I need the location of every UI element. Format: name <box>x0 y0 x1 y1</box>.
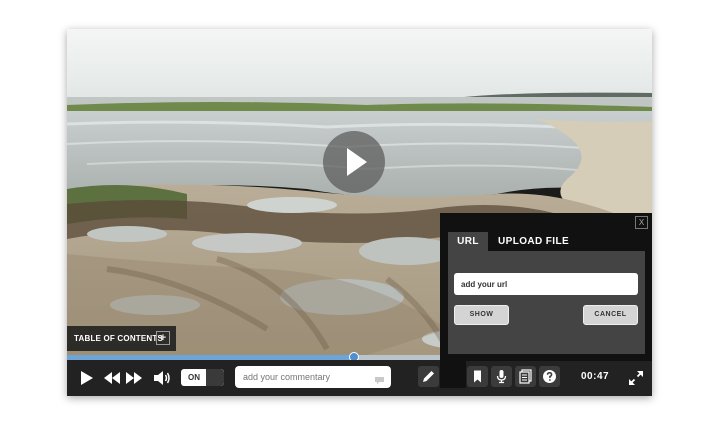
table-of-contents-label: TABLE OF CONTENTS <box>74 334 164 343</box>
url-input[interactable] <box>454 273 638 295</box>
volume-button[interactable] <box>153 370 171 386</box>
fullscreen-icon <box>629 371 643 385</box>
commentary-toggle[interactable]: ON <box>181 369 224 386</box>
fullscreen-button[interactable] <box>628 370 644 386</box>
play-button[interactable] <box>80 370 94 386</box>
control-bar: ON add your commentary 00:47 <box>67 360 652 396</box>
speech-bubble-icon <box>374 372 385 390</box>
media-panel-pointer <box>440 361 466 388</box>
commentary-input[interactable] <box>235 366 391 388</box>
tab-url[interactable]: URL <box>448 232 488 251</box>
microphone-icon <box>496 370 507 384</box>
big-play-button[interactable] <box>323 131 385 193</box>
fast-forward-button[interactable] <box>125 371 143 385</box>
play-icon <box>81 371 93 385</box>
microphone-button[interactable] <box>491 366 512 387</box>
table-of-contents-bar[interactable]: TABLE OF CONTENTS + <box>67 326 176 351</box>
toggle-knob <box>206 369 224 386</box>
volume-icon <box>154 371 170 385</box>
help-icon <box>543 370 556 383</box>
pencil-icon <box>423 371 434 382</box>
cancel-button[interactable]: CANCEL <box>583 305 638 325</box>
tab-upload-file[interactable]: UPLOAD FILE <box>498 232 569 251</box>
pencil-button[interactable] <box>418 366 439 387</box>
document-icon <box>519 369 532 384</box>
play-icon <box>347 148 367 176</box>
url-tab-content: SHOW CANCEL <box>448 251 645 354</box>
rewind-icon <box>104 372 120 384</box>
fast-forward-icon <box>126 372 142 384</box>
table-of-contents-expand-button[interactable]: + <box>156 331 170 345</box>
elapsed-time: 00:47 <box>581 371 610 382</box>
help-button[interactable] <box>539 366 560 387</box>
rewind-button[interactable] <box>103 371 121 385</box>
bookmark-icon <box>474 370 481 383</box>
toggle-label: ON <box>188 373 200 382</box>
media-panel: X URL UPLOAD FILE SHOW CANCEL <box>440 213 652 361</box>
show-button[interactable]: SHOW <box>454 305 509 325</box>
document-button[interactable] <box>515 366 536 387</box>
close-button[interactable]: X <box>635 216 648 229</box>
bookmark-button[interactable] <box>467 366 488 387</box>
